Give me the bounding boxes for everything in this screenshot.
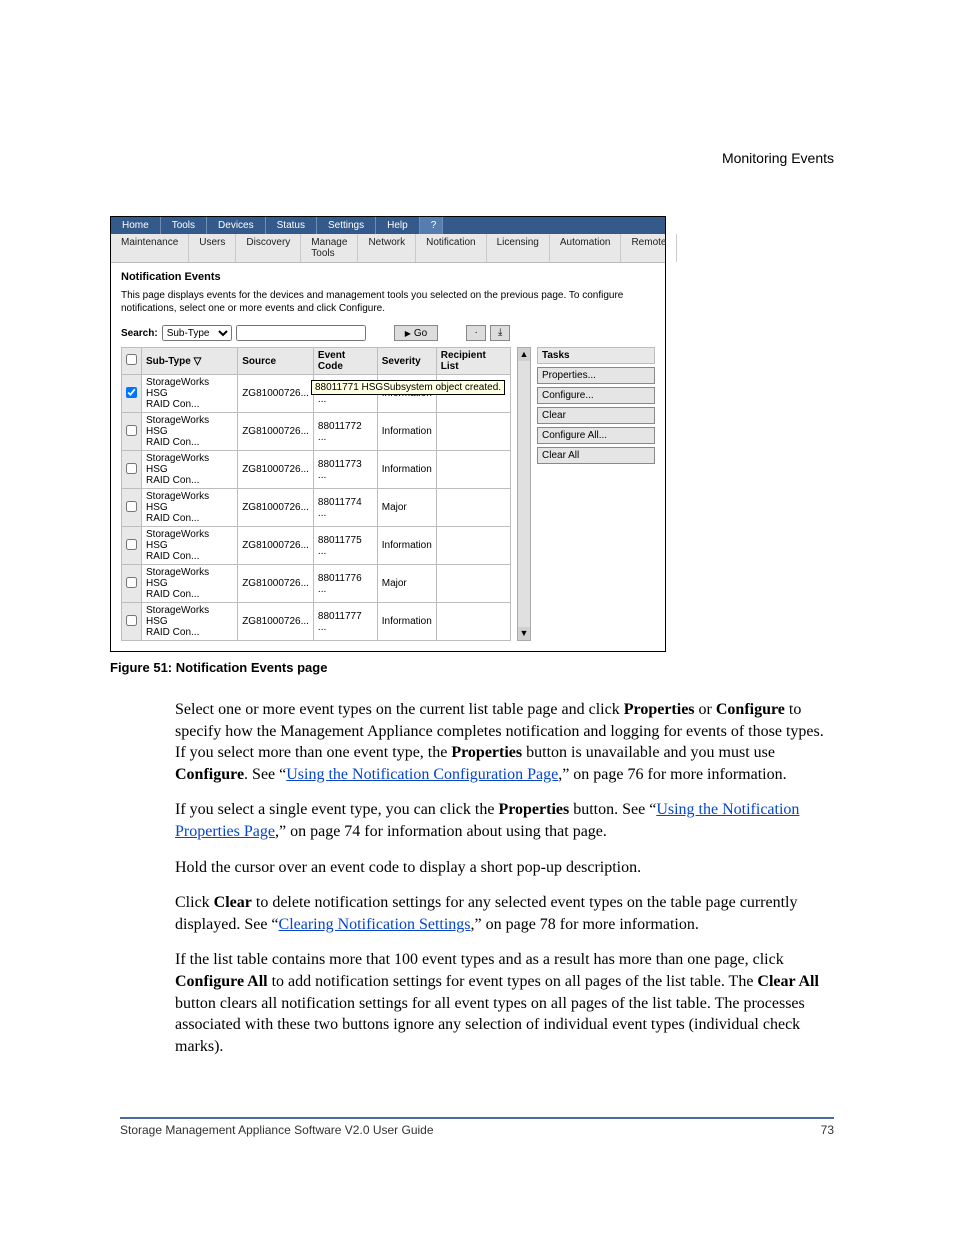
scroll-down-icon[interactable]: ▼	[518, 627, 530, 640]
link-config-page[interactable]: Using the Notification Configuration Pag…	[286, 766, 558, 783]
cell: StorageWorks HSGRAID Con...	[142, 603, 238, 641]
cell: 88011773 ...	[313, 451, 377, 489]
row-checkbox[interactable]	[126, 463, 137, 474]
cell	[436, 451, 510, 489]
event-code-tooltip: 88011771 HSGSubsystem object created.	[311, 380, 505, 395]
cell	[436, 603, 510, 641]
search-input[interactable]	[236, 325, 366, 341]
cell: StorageWorks HSGRAID Con...	[142, 375, 238, 413]
cell: ZG81000726...	[238, 375, 314, 413]
menu-status[interactable]: Status	[266, 217, 317, 234]
body-text: Select one or more event types on the cu…	[175, 699, 834, 1057]
panel-title: Notification Events	[121, 271, 655, 283]
row-checkbox[interactable]	[126, 539, 137, 550]
cell: 88011772 ...	[313, 413, 377, 451]
cell: Information	[377, 413, 436, 451]
scroll-up-icon[interactable]: ▲	[518, 348, 530, 361]
submenu-users[interactable]: Users	[189, 234, 236, 262]
figure-caption: Figure 51: Notification Events page	[110, 660, 834, 675]
cell: StorageWorks HSGRAID Con...	[142, 451, 238, 489]
task-clear-button[interactable]: Clear	[537, 407, 655, 424]
cell: Major	[377, 565, 436, 603]
menu-devices[interactable]: Devices	[207, 217, 266, 234]
page-footer: Storage Management Appliance Software V2…	[120, 1117, 834, 1137]
cell: ZG81000726...	[238, 489, 314, 527]
table-row[interactable]: StorageWorks HSGRAID Con...ZG81000726...…	[122, 489, 511, 527]
cell: Information	[377, 527, 436, 565]
cell: 88011774 ...	[313, 489, 377, 527]
cell: ZG81000726...	[238, 565, 314, 603]
submenu-licensing[interactable]: Licensing	[487, 234, 550, 262]
task-properties-button[interactable]: Properties...	[537, 367, 655, 384]
row-checkbox[interactable]	[126, 387, 137, 398]
table-row[interactable]: StorageWorks HSGRAID Con...ZG81000726...…	[122, 413, 511, 451]
cell: StorageWorks HSGRAID Con...	[142, 489, 238, 527]
menu-tools[interactable]: Tools	[161, 217, 207, 234]
row-checkbox[interactable]	[126, 577, 137, 588]
cell: StorageWorks HSGRAID Con...	[142, 413, 238, 451]
cell: StorageWorks HSGRAID Con...	[142, 565, 238, 603]
table-row[interactable]: StorageWorks HSGRAID Con...ZG81000726...…	[122, 565, 511, 603]
cell: StorageWorks HSGRAID Con...	[142, 527, 238, 565]
search-field-select[interactable]: Sub-Type	[162, 325, 232, 341]
row-checkbox[interactable]	[126, 501, 137, 512]
submenu-automation[interactable]: Automation	[550, 234, 622, 262]
pager-prev-button[interactable]: ·	[466, 325, 486, 341]
cell	[436, 565, 510, 603]
help-icon[interactable]: ?	[420, 217, 443, 234]
submenu-notification[interactable]: Notification	[416, 234, 486, 262]
submenu-maintenance[interactable]: Maintenance	[111, 234, 189, 262]
submenu-remote[interactable]: Remote	[621, 234, 677, 262]
menu-home[interactable]: Home	[111, 217, 161, 234]
play-icon: ▶	[405, 329, 411, 338]
col-header[interactable]: Recipient List	[436, 348, 510, 375]
submenu-network[interactable]: Network	[358, 234, 416, 262]
cell	[436, 413, 510, 451]
panel-desc: This page displays events for the device…	[121, 289, 655, 315]
running-head: Monitoring Events	[120, 150, 834, 166]
cell	[436, 489, 510, 527]
page-number: 73	[821, 1123, 834, 1137]
go-button[interactable]: ▶Go	[394, 325, 439, 341]
col-header[interactable]: Severity	[377, 348, 436, 375]
cell: ZG81000726...	[238, 451, 314, 489]
screenshot-notification-events: HomeToolsDevicesStatusSettingsHelp? Main…	[110, 216, 666, 652]
cell: 88011776 ...	[313, 565, 377, 603]
col-header[interactable]	[122, 348, 142, 375]
cell: ZG81000726...	[238, 603, 314, 641]
cell: ZG81000726...	[238, 413, 314, 451]
cell: Information	[377, 451, 436, 489]
tasks-header: Tasks	[537, 347, 655, 364]
col-header[interactable]: Sub-Type ▽	[142, 348, 238, 375]
col-header[interactable]: Event Code	[313, 348, 377, 375]
cell: 88011775 ...	[313, 527, 377, 565]
table-row[interactable]: StorageWorks HSGRAID Con...ZG81000726...…	[122, 603, 511, 641]
search-label: Search:	[121, 328, 158, 339]
menu-settings[interactable]: Settings	[317, 217, 376, 234]
cell: Major	[377, 489, 436, 527]
row-checkbox[interactable]	[126, 425, 137, 436]
tasks-panel: Tasks Properties... Configure... Clear Conf…	[537, 347, 655, 464]
col-header[interactable]: Source	[238, 348, 314, 375]
task-configureall-button[interactable]: Configure All...	[537, 427, 655, 444]
menu-help[interactable]: Help	[376, 217, 420, 234]
link-clearing-settings[interactable]: Clearing Notification Settings	[279, 916, 471, 933]
select-all-checkbox[interactable]	[126, 354, 137, 365]
submenu-discovery[interactable]: Discovery	[236, 234, 301, 262]
submenu-managetools[interactable]: Manage Tools	[301, 234, 358, 262]
task-configure-button[interactable]: Configure...	[537, 387, 655, 404]
table-row[interactable]: StorageWorks HSGRAID Con...ZG81000726...…	[122, 527, 511, 565]
cell: ZG81000726...	[238, 527, 314, 565]
cell: 88011777 ...	[313, 603, 377, 641]
table-scrollbar[interactable]: ▲ ▼	[517, 347, 531, 641]
footer-title: Storage Management Appliance Software V2…	[120, 1123, 434, 1137]
cell: Information	[377, 603, 436, 641]
row-checkbox[interactable]	[126, 615, 137, 626]
pager-last-button[interactable]: ⤓	[490, 325, 510, 341]
table-row[interactable]: StorageWorks HSGRAID Con...ZG81000726...…	[122, 451, 511, 489]
cell	[436, 527, 510, 565]
task-clearall-button[interactable]: Clear All	[537, 447, 655, 464]
